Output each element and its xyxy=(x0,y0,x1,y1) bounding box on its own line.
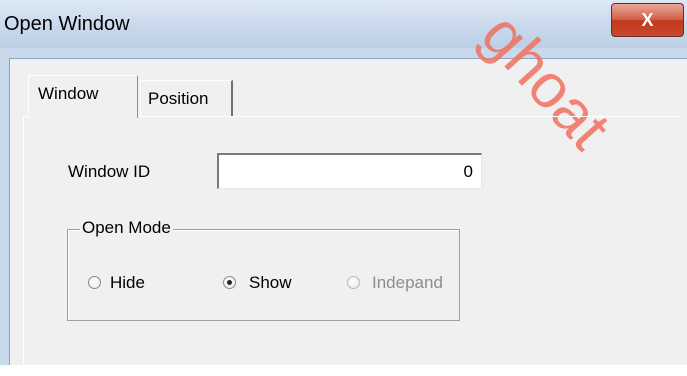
tab-position-label: Position xyxy=(148,89,209,108)
title-bar[interactable]: Open Window X xyxy=(0,0,687,48)
tab-window-label: Window xyxy=(38,84,99,103)
tab-window[interactable]: Window xyxy=(28,75,138,118)
tab-panel-window xyxy=(23,116,678,376)
window-title: Open Window xyxy=(4,13,130,35)
tab-position[interactable]: Position xyxy=(140,80,233,116)
close-button[interactable]: X xyxy=(611,3,684,37)
